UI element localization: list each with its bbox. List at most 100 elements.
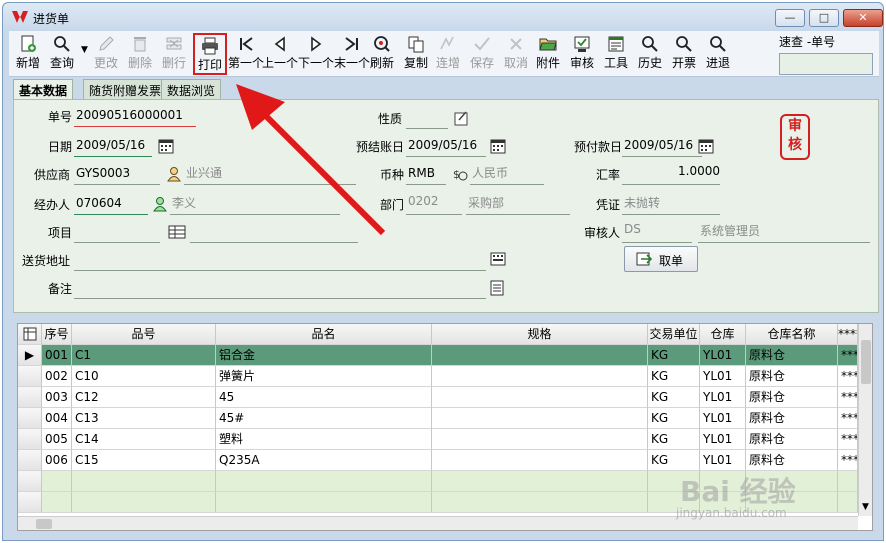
supplier-code-field[interactable]: GYS0003 xyxy=(76,166,130,180)
minimize-button[interactable]: — xyxy=(775,9,805,27)
refresh-button[interactable]: 刷新 xyxy=(365,33,399,75)
table-cell[interactable]: C14 xyxy=(72,429,216,450)
history-button[interactable]: 历史 xyxy=(633,33,667,75)
dept-code-field[interactable]: 0202 xyxy=(408,194,439,208)
print-button[interactable]: 打印 xyxy=(193,33,227,75)
table-cell[interactable]: YL01 xyxy=(700,345,746,366)
tab-0[interactable]: 基本数据 xyxy=(13,79,74,99)
table-cell[interactable]: **** xyxy=(838,366,858,387)
handler-picker-icon[interactable] xyxy=(152,196,168,212)
table-cell[interactable] xyxy=(432,429,648,450)
date-field[interactable]: 2009/05/16 xyxy=(76,138,145,152)
due-date-calendar-icon[interactable] xyxy=(490,138,506,154)
row-indicator[interactable] xyxy=(18,387,42,408)
first-button[interactable]: 第一个 xyxy=(227,33,265,75)
table-cell[interactable]: **** xyxy=(838,408,858,429)
table-cell[interactable]: KG xyxy=(648,429,700,450)
horizontal-scroll-thumb[interactable] xyxy=(36,519,52,529)
maximize-button[interactable]: □ xyxy=(809,9,839,27)
quick-search-input[interactable] xyxy=(779,53,873,75)
column-header[interactable]: 仓库 xyxy=(700,324,746,345)
currency-picker-icon[interactable]: $ xyxy=(452,166,468,182)
column-header[interactable]: **** xyxy=(838,324,858,345)
table-cell[interactable]: YL01 xyxy=(700,387,746,408)
invoice-button[interactable]: 开票 xyxy=(667,33,701,75)
grid-corner-icon[interactable] xyxy=(18,324,42,345)
delete-button[interactable]: 删除 xyxy=(123,33,157,75)
table-cell[interactable]: C10 xyxy=(72,366,216,387)
table-cell[interactable]: C12 xyxy=(72,387,216,408)
table-cell[interactable]: 原料仓 xyxy=(746,366,838,387)
table-cell[interactable]: 004 xyxy=(42,408,72,429)
table-cell[interactable]: 001 xyxy=(42,345,72,366)
scroll-down-icon[interactable]: ▼ xyxy=(862,502,869,512)
rate-field[interactable]: 1.0000 xyxy=(678,164,720,178)
due-date-field[interactable]: 2009/05/16 xyxy=(408,138,477,152)
table-cell[interactable]: KG xyxy=(648,408,700,429)
table-cell[interactable]: KG xyxy=(648,387,700,408)
cancel-button[interactable]: 取消 xyxy=(499,33,533,75)
table-cell[interactable]: **** xyxy=(838,387,858,408)
table-cell[interactable]: YL01 xyxy=(700,429,746,450)
table-cell[interactable]: 原料仓 xyxy=(746,450,838,471)
query-button[interactable]: 查询 xyxy=(45,33,79,75)
table-cell[interactable]: **** xyxy=(838,429,858,450)
date-calendar-icon[interactable] xyxy=(158,138,174,154)
table-cell[interactable]: KG xyxy=(648,366,700,387)
close-button[interactable]: ✕ xyxy=(843,9,883,27)
table-cell[interactable]: 原料仓 xyxy=(746,387,838,408)
row-indicator[interactable] xyxy=(18,408,42,429)
table-cell[interactable]: KG xyxy=(648,450,700,471)
cancel-order-button[interactable]: 取单 xyxy=(624,246,698,272)
currency-code-field[interactable]: RMB xyxy=(408,166,435,180)
table-cell[interactable]: 原料仓 xyxy=(746,345,838,366)
table-cell[interactable]: 原料仓 xyxy=(746,408,838,429)
vertical-scrollbar[interactable]: ▼ xyxy=(858,324,872,516)
project-picker-icon[interactable] xyxy=(168,224,186,240)
table-cell[interactable]: **** xyxy=(838,345,858,366)
address-keyboard-icon[interactable] xyxy=(490,252,506,266)
edit-button[interactable]: 更改 xyxy=(89,33,123,75)
column-header[interactable]: 品号 xyxy=(72,324,216,345)
prepay-date-field[interactable]: 2009/05/16 xyxy=(624,138,693,152)
new-button[interactable]: 新增 xyxy=(11,33,45,75)
table-cell[interactable]: 弹簧片 xyxy=(216,366,432,387)
table-cell[interactable] xyxy=(432,345,648,366)
prepay-date-calendar-icon[interactable] xyxy=(698,138,714,154)
column-header[interactable]: 交易单位 xyxy=(648,324,700,345)
table-cell[interactable] xyxy=(432,387,648,408)
row-indicator[interactable] xyxy=(18,429,42,450)
table-cell[interactable] xyxy=(432,450,648,471)
order-no-field[interactable]: 20090516000001 xyxy=(76,108,183,122)
nature-picker-icon[interactable] xyxy=(454,110,470,126)
column-header[interactable]: 仓库名称 xyxy=(746,324,838,345)
row-indicator[interactable] xyxy=(18,450,42,471)
copy-button[interactable]: 复制 xyxy=(399,33,433,75)
column-header[interactable]: 品名 xyxy=(216,324,432,345)
table-cell[interactable] xyxy=(432,408,648,429)
row-indicator[interactable] xyxy=(18,366,42,387)
table-cell[interactable]: YL01 xyxy=(700,408,746,429)
remark-edit-icon[interactable] xyxy=(490,280,504,296)
table-cell[interactable]: 铝合金 xyxy=(216,345,432,366)
purchase-return-button[interactable]: 进退 xyxy=(701,33,735,75)
save-button[interactable]: 保存 xyxy=(465,33,499,75)
tab-1[interactable]: 随货附赠发票 xyxy=(83,79,168,99)
vertical-scroll-thumb[interactable] xyxy=(861,340,871,384)
row-indicator[interactable]: ▶ xyxy=(18,345,42,366)
tab-2[interactable]: 数据浏览 xyxy=(161,79,222,99)
table-cell[interactable]: YL01 xyxy=(700,366,746,387)
column-header[interactable]: 序号 xyxy=(42,324,72,345)
next-button[interactable]: 下一个 xyxy=(297,33,335,75)
table-cell[interactable]: C1 xyxy=(72,345,216,366)
tools-button[interactable]: 工具 xyxy=(599,33,633,75)
table-cell[interactable]: 005 xyxy=(42,429,72,450)
table-cell[interactable]: Q235A xyxy=(216,450,432,471)
audit-button[interactable]: 审核 xyxy=(565,33,599,75)
table-cell[interactable]: 006 xyxy=(42,450,72,471)
table-cell[interactable]: KG xyxy=(648,345,700,366)
query-dropdown-icon[interactable]: ▼ xyxy=(81,45,88,55)
table-cell[interactable]: 002 xyxy=(42,366,72,387)
table-cell[interactable]: C13 xyxy=(72,408,216,429)
table-cell[interactable]: **** xyxy=(838,450,858,471)
